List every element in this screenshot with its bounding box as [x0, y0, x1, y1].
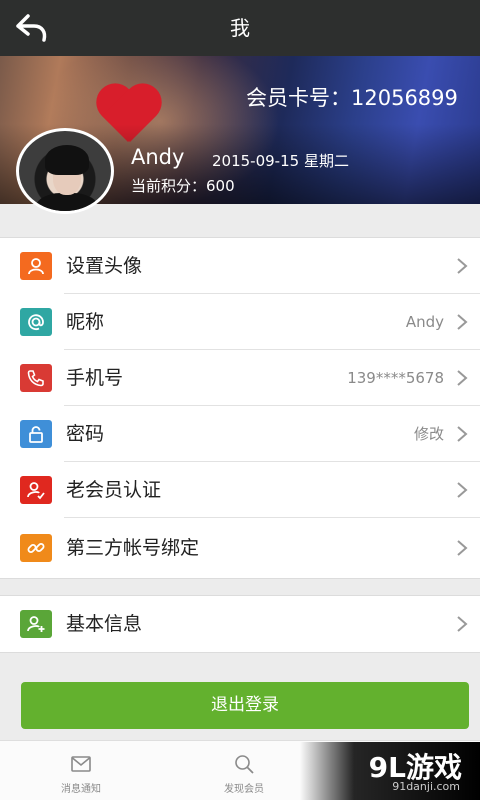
page-title: 我	[230, 16, 250, 40]
chevron-right-icon	[457, 616, 468, 632]
avatar-hair	[45, 145, 89, 175]
chevron-right-icon	[457, 314, 468, 330]
menu-value: 139****5678	[347, 369, 444, 387]
logout-button[interactable]: 退出登录	[21, 682, 469, 729]
tab-notifications[interactable]: 消息通知	[21, 741, 141, 800]
menu-label: 密码	[66, 423, 105, 445]
member-card-number: 会员卡号：12056899	[246, 86, 458, 110]
user-date: 2015-09-15 星期二	[212, 152, 349, 170]
chevron-right-icon	[457, 426, 468, 442]
user-add-icon	[20, 610, 52, 638]
settings-menu: 设置头像 昵称 Andy 手机号 139****5678 密码 修改 老会员认证	[0, 237, 480, 579]
menu-item-set-avatar[interactable]: 设置头像	[0, 238, 480, 294]
chevron-right-icon	[457, 482, 468, 498]
user-check-icon	[20, 476, 52, 504]
menu-item-third-party-binding[interactable]: 第三方帐号绑定	[0, 518, 480, 578]
menu-value: 修改	[413, 425, 444, 443]
tab-label: 发现会员	[224, 784, 264, 795]
user-name: Andy	[131, 145, 185, 169]
phone-icon	[20, 364, 52, 392]
menu-item-password[interactable]: 密码 修改	[0, 406, 480, 462]
menu-label: 手机号	[66, 367, 124, 389]
tab-label: 消息通知	[61, 784, 101, 795]
avatar-body	[35, 193, 99, 211]
menu-item-basic-info[interactable]: 基本信息	[0, 596, 480, 652]
search-icon	[235, 755, 254, 774]
menu-item-nickname[interactable]: 昵称 Andy	[0, 294, 480, 350]
menu-label: 基本信息	[66, 613, 143, 635]
menu-value: Andy	[405, 313, 444, 331]
lock-icon	[20, 420, 52, 448]
menu-label: 昵称	[66, 311, 105, 333]
tab-discover-members[interactable]: 发现会员	[184, 741, 304, 800]
chevron-right-icon	[457, 540, 468, 556]
menu-label: 老会员认证	[66, 479, 162, 501]
menu-item-phone[interactable]: 手机号 139****5678	[0, 350, 480, 406]
menu-label: 设置头像	[66, 255, 143, 277]
user-icon	[20, 252, 52, 280]
site-watermark: 9L游戏 91danji.com	[300, 742, 480, 800]
menu-label: 第三方帐号绑定	[66, 537, 200, 559]
basic-info-menu: 基本信息	[0, 595, 480, 653]
mail-icon	[71, 756, 91, 772]
avatar[interactable]	[16, 128, 114, 214]
link-icon	[20, 534, 52, 562]
user-points: 当前积分：600	[131, 177, 235, 195]
chevron-right-icon	[457, 258, 468, 274]
menu-item-member-verify[interactable]: 老会员认证	[0, 462, 480, 518]
at-icon	[20, 308, 52, 336]
top-bar: 我	[0, 0, 480, 56]
chevron-right-icon	[457, 370, 468, 386]
watermark-url: 91danji.com	[392, 780, 460, 793]
